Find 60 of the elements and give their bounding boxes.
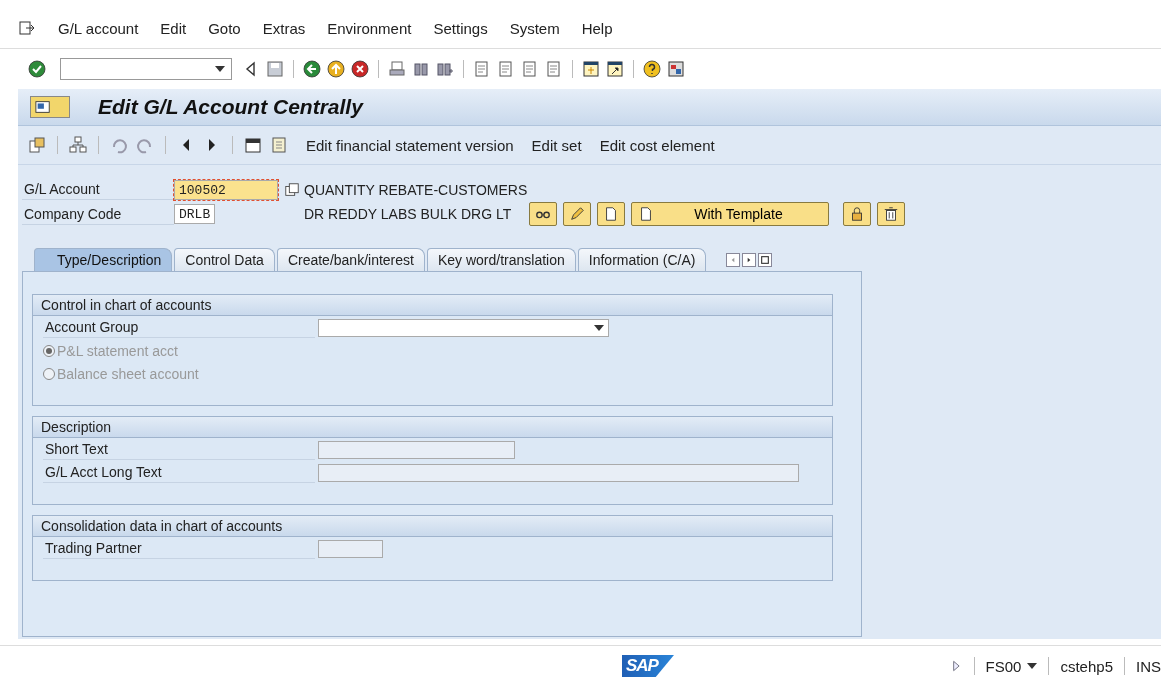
- check-icon[interactable]: [28, 60, 46, 78]
- print-icon[interactable]: [388, 60, 406, 78]
- company-code-field[interactable]: DRLB: [174, 204, 216, 224]
- input-field[interactable]: [318, 440, 515, 459]
- create-button[interactable]: [597, 202, 626, 226]
- logo: SAP: [622, 655, 674, 677]
- lock-button[interactable]: [843, 202, 872, 226]
- toolbar-action[interactable]: Edit cost element: [599, 136, 715, 154]
- menu-item[interactable]: System: [509, 19, 560, 37]
- up-icon[interactable]: [327, 60, 345, 78]
- back-icon[interactable]: [303, 60, 321, 78]
- screen-title: Edit G/L Account Centrally: [98, 95, 363, 119]
- account-field[interactable]: 100502: [174, 179, 278, 200]
- trash-icon[interactable]: [883, 206, 900, 222]
- field-label: Short Text: [43, 439, 315, 460]
- system-name: cstehp5: [1060, 657, 1113, 675]
- field-label: G/L Acct Long Text: [43, 462, 315, 483]
- field-label: Account Group: [43, 317, 315, 338]
- menu-item[interactable]: Help: [581, 19, 613, 37]
- menu-item[interactable]: Environment: [327, 19, 412, 37]
- input-field[interactable]: [318, 463, 799, 482]
- tab[interactable]: Type/Description: [34, 248, 173, 271]
- field-label: Trading Partner: [43, 538, 315, 559]
- cancel-icon[interactable]: [351, 60, 369, 78]
- copy-icon[interactable]: [284, 181, 300, 198]
- edit-button[interactable]: [563, 202, 592, 226]
- menu-item[interactable]: Extras: [262, 19, 306, 37]
- menu-item[interactable]: Goto: [208, 19, 241, 37]
- menu-item[interactable]: Settings: [433, 19, 488, 37]
- glasses-button[interactable]: [529, 202, 558, 226]
- with-template-button[interactable]: With Template: [631, 202, 830, 226]
- delete-button[interactable]: [877, 202, 906, 226]
- hierarchy-icon[interactable]: [69, 136, 87, 154]
- command-field[interactable]: [60, 58, 232, 80]
- tab[interactable]: Key word/translation: [426, 248, 576, 271]
- new-window-icon[interactable]: [582, 60, 600, 78]
- input-mode: INS: [1136, 657, 1161, 675]
- menu-button[interactable]: [30, 96, 70, 118]
- window-icon[interactable]: [34, 99, 52, 115]
- account-description: QUANTITY REBATE-CUSTOMERS: [304, 181, 529, 198]
- tab[interactable]: Information (C/A): [577, 248, 707, 271]
- help-icon[interactable]: [643, 60, 661, 78]
- menu-icon[interactable]: [18, 19, 36, 37]
- company-description: DR REDDY LABS BULK DRG LT: [304, 206, 512, 222]
- menu-item[interactable]: Edit: [160, 19, 187, 37]
- menu-item[interactable]: G/L account: [58, 19, 139, 37]
- tab[interactable]: Control Data: [174, 248, 275, 271]
- group-title: Description: [33, 417, 832, 438]
- toolbar-action[interactable]: Edit set: [531, 136, 582, 154]
- transaction-code[interactable]: FS00: [985, 657, 1038, 675]
- save-icon[interactable]: [266, 60, 284, 78]
- group-title: Control in chart of accounts: [33, 295, 832, 316]
- tab[interactable]: Create/bank/interest: [276, 248, 425, 271]
- group-title: Consolidation data in chart of accounts: [33, 516, 832, 537]
- layout-icon[interactable]: [667, 60, 685, 78]
- dropdown-field[interactable]: [318, 318, 609, 337]
- shortcut-icon[interactable]: [606, 60, 624, 78]
- pencil-icon[interactable]: [569, 206, 586, 222]
- input-field[interactable]: [318, 539, 383, 558]
- toolbar-action[interactable]: Edit financial statement version: [306, 136, 514, 154]
